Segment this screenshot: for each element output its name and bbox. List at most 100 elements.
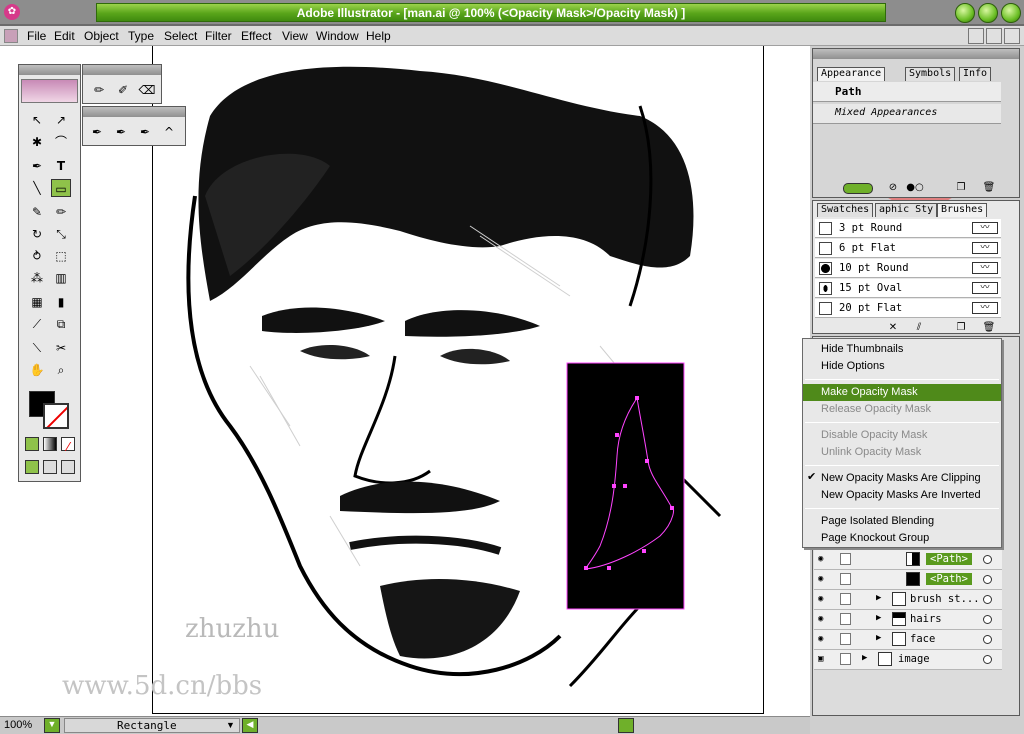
layer-row-path[interactable]: ◉ <Path>	[814, 570, 1002, 590]
visibility-eye-icon[interactable]: ◉	[818, 554, 830, 564]
duplicate-item-icon[interactable]: ❐	[951, 179, 971, 197]
free-transform-tool-icon[interactable]: ⬚	[51, 247, 71, 265]
smooth-tool-icon[interactable]: ✐	[113, 81, 133, 99]
menu-item-unlink-opacity-mask[interactable]: Unlink Opacity Mask	[803, 444, 1001, 461]
brush-item[interactable]: 20 pt Flat 〰	[815, 299, 1001, 318]
screen-mode-full-icon[interactable]	[61, 460, 75, 474]
graph-tool-icon[interactable]: ▥	[51, 269, 71, 287]
delete-item-icon[interactable]: 🗑	[979, 179, 999, 197]
magic-wand-tool-icon[interactable]: ✱	[27, 133, 47, 151]
pen-tool-icon[interactable]: ✒	[27, 157, 47, 175]
appearance-toggle-button[interactable]	[843, 183, 873, 194]
tab-symbols[interactable]: Symbols	[905, 67, 956, 81]
lock-toggle[interactable]	[840, 653, 851, 665]
tab-brushes[interactable]: Brushes	[937, 203, 988, 217]
menu-effect[interactable]: Effect	[241, 29, 271, 43]
color-mode-icon[interactable]	[25, 437, 39, 451]
rotate-tool-icon[interactable]: ↻	[27, 225, 47, 243]
type-tool-icon[interactable]: T	[51, 157, 71, 175]
pencil-icon[interactable]: ✏	[89, 81, 109, 99]
target-circle-icon[interactable]	[983, 575, 992, 584]
visibility-eye-icon[interactable]: ◉	[818, 574, 830, 584]
minimize-button[interactable]	[955, 3, 975, 23]
tab-info[interactable]: Info	[959, 67, 992, 81]
target-circle-icon[interactable]	[983, 635, 992, 644]
scissors-tool-icon[interactable]: ✂	[51, 339, 71, 357]
document-icon[interactable]	[4, 29, 18, 43]
direct-selection-tool-icon[interactable]: ↗	[51, 111, 71, 129]
menu-item-page-isolated-blending[interactable]: Page Isolated Blending	[803, 513, 1001, 530]
brush-item[interactable]: 6 pt Flat 〰	[815, 239, 1001, 258]
paintbrush-tool-icon[interactable]: ✎	[27, 203, 47, 221]
close-button[interactable]	[1001, 3, 1021, 23]
gradient-mode-icon[interactable]	[43, 437, 57, 451]
menu-type[interactable]: Type	[128, 29, 154, 43]
layer-row-hairs[interactable]: ◉ ▶ hairs	[814, 610, 1002, 630]
pencil-tool-icon[interactable]: ✏	[51, 203, 71, 221]
lock-toggle[interactable]	[840, 573, 851, 585]
menu-item-disable-opacity-mask[interactable]: Disable Opacity Mask	[803, 427, 1001, 444]
brush-item[interactable]: 15 pt Oval 〰	[815, 279, 1001, 298]
target-circle-icon[interactable]	[983, 595, 992, 604]
zoom-dropdown-icon[interactable]: ▼	[44, 718, 60, 733]
zoom-level[interactable]: 100%	[4, 719, 32, 731]
artwork-portrait[interactable]	[0, 46, 810, 716]
menu-item-release-opacity-mask[interactable]: Release Opacity Mask	[803, 401, 1001, 418]
menu-edit[interactable]: Edit	[54, 29, 75, 43]
layer-row-image[interactable]: ▣ ▶ image	[814, 650, 1002, 670]
menu-item-new-masks-inverted[interactable]: New Opacity Masks Are Inverted	[803, 487, 1001, 504]
template-layer-icon[interactable]: ▣	[818, 654, 830, 664]
menu-filter[interactable]: Filter	[205, 29, 232, 43]
target-circle-icon[interactable]	[983, 615, 992, 624]
app-icon[interactable]: ✿	[4, 4, 20, 20]
lock-toggle[interactable]	[840, 633, 851, 645]
status-dropdown-icon[interactable]: ▼	[226, 720, 235, 730]
expand-triangle-icon[interactable]: ▶	[876, 633, 881, 643]
mesh-tool-icon[interactable]: ▦	[27, 293, 47, 311]
tab-graphic-styles[interactable]: aphic Sty	[875, 203, 938, 217]
selection-tool-icon[interactable]: ↖	[27, 111, 47, 129]
maximize-button[interactable]	[978, 3, 998, 23]
lock-toggle[interactable]	[840, 553, 851, 565]
erase-tool-icon[interactable]: ⌫	[137, 81, 157, 99]
reduce-appearance-icon[interactable]: ●○	[905, 179, 925, 197]
pen-tearoff-titlebar[interactable]	[83, 107, 185, 117]
add-anchor-icon[interactable]: ✒	[111, 123, 131, 141]
expand-triangle-icon[interactable]: ▶	[862, 653, 867, 663]
doc-minimize-button[interactable]	[968, 28, 984, 44]
tab-swatches[interactable]: Swatches	[817, 203, 874, 217]
symbol-sprayer-tool-icon[interactable]: ⁂	[27, 269, 47, 287]
screen-mode-standard-icon[interactable]	[25, 460, 39, 474]
zoom-tool-icon[interactable]: ⌕	[51, 361, 71, 379]
blend-tool-icon[interactable]: ⧉	[51, 315, 71, 333]
layer-row-face[interactable]: ◉ ▶ face	[814, 630, 1002, 650]
lock-toggle[interactable]	[840, 593, 851, 605]
delete-brush-icon[interactable]: 🗑	[979, 319, 999, 337]
slice-tool-icon[interactable]: ⟍	[27, 339, 47, 357]
document-canvas[interactable]: zhuzhu www.5d.cn/bbs	[0, 46, 810, 716]
status-tool-field[interactable]: Rectangle	[64, 718, 240, 733]
brush-item[interactable]: 10 pt Round 〰	[815, 259, 1001, 278]
toolbox-titlebar[interactable]	[19, 65, 80, 75]
hand-tool-icon[interactable]: ✋	[27, 361, 47, 379]
menu-item-hide-thumbnails[interactable]: Hide Thumbnails	[803, 341, 1001, 358]
screen-mode-menubar-icon[interactable]	[43, 460, 57, 474]
layer-row-path[interactable]: ◉ <Path>	[814, 550, 1002, 570]
menu-item-make-opacity-mask[interactable]: Make Opacity Mask	[803, 384, 1001, 401]
menu-select[interactable]: Select	[164, 29, 197, 43]
menu-item-page-knockout-group[interactable]: Page Knockout Group	[803, 530, 1001, 547]
menu-view[interactable]: View	[282, 29, 308, 43]
none-mode-icon[interactable]: ⁄	[61, 437, 75, 454]
clear-appearance-icon[interactable]: ⊘	[883, 179, 903, 197]
scroll-left-icon[interactable]: ◀	[242, 718, 258, 733]
eyedropper-tool-icon[interactable]: ⟋	[27, 315, 47, 333]
menu-window[interactable]: Window	[316, 29, 359, 43]
scale-tool-icon[interactable]: ⤡	[51, 225, 71, 243]
line-tool-icon[interactable]: ╲	[27, 179, 47, 197]
brush-item[interactable]: 3 pt Round 〰	[815, 219, 1001, 238]
layer-row-brush-strokes[interactable]: ◉ ▶ brush st...	[814, 590, 1002, 610]
brush-options-icon[interactable]: ⫽	[909, 319, 929, 337]
visibility-eye-icon[interactable]: ◉	[818, 614, 830, 624]
visibility-eye-icon[interactable]: ◉	[818, 594, 830, 604]
menu-item-hide-options[interactable]: Hide Options	[803, 358, 1001, 375]
